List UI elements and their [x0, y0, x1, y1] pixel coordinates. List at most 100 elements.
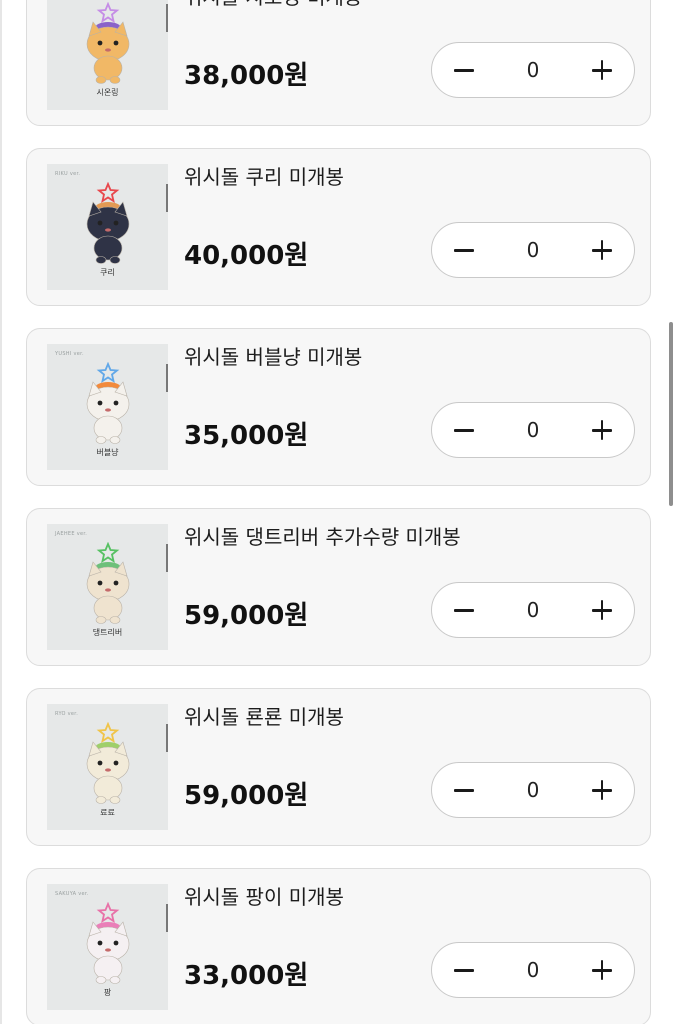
- quantity-stepper: 0: [431, 762, 635, 818]
- doll-star: [96, 182, 120, 203]
- product-card[interactable]: SION ver. 시온링 위시돌 시오닝 미개봉 38,000원 0: [26, 0, 651, 126]
- doll-name-label: 버블냥: [96, 448, 119, 457]
- doll-name-label: 팡: [103, 988, 112, 997]
- version-label: JAEHEE ver.: [55, 531, 88, 537]
- doll-name-label: 료료: [100, 808, 115, 817]
- product-title[interactable]: 위시돌 룐룐 미개봉: [184, 701, 344, 730]
- quantity-stepper: 0: [431, 942, 635, 998]
- doll-star: [96, 722, 120, 743]
- doll-eye-right: [113, 580, 119, 586]
- doll-foot-left: [95, 796, 107, 804]
- product-image[interactable]: JAEHEE ver. 댕트리버: [47, 524, 168, 650]
- doll-star: [96, 542, 120, 563]
- doll-mouth: [105, 228, 111, 232]
- doll-foot-right: [109, 436, 121, 444]
- plush-doll-illustration: [86, 2, 130, 84]
- image-edge: [166, 544, 168, 572]
- doll-foot-right: [109, 76, 121, 84]
- doll-foot-left: [95, 76, 107, 84]
- product-image[interactable]: RYO ver. 료료: [47, 704, 168, 830]
- product-card[interactable]: YUSHI ver. 버블냥 위시돌 버블냥 미개봉 35,000원 0: [26, 328, 651, 486]
- increase-quantity-button[interactable]: [588, 236, 616, 264]
- doll-eye-left: [97, 40, 103, 46]
- quantity-stepper: 0: [431, 582, 635, 638]
- version-label: YUSHI ver.: [55, 351, 84, 357]
- increase-quantity-button[interactable]: [588, 776, 616, 804]
- plush-doll-illustration: [86, 542, 130, 624]
- doll-star: [96, 362, 120, 383]
- doll-body: [93, 595, 123, 621]
- doll-mouth: [105, 588, 111, 592]
- quantity-stepper: 0: [431, 402, 635, 458]
- doll-foot-right: [109, 256, 121, 264]
- image-edge: [166, 184, 168, 212]
- plush-doll-illustration: [86, 182, 130, 264]
- image-edge: [166, 4, 168, 32]
- product-price: 38,000원: [184, 61, 309, 91]
- product-card[interactable]: RIKU ver. 쿠리 위시돌 쿠리 미개봉 40,000원 0: [26, 148, 651, 306]
- product-title[interactable]: 위시돌 시오닝 미개봉: [184, 0, 362, 10]
- doll-star: [96, 2, 120, 23]
- product-card[interactable]: SAKUYA ver. 팡 위시돌 팡이 미개봉 33,000원 0: [26, 868, 651, 1024]
- version-label: SAKUYA ver.: [55, 891, 89, 897]
- increase-quantity-button[interactable]: [588, 416, 616, 444]
- doll-foot-left: [95, 436, 107, 444]
- doll-foot-left: [95, 976, 107, 984]
- product-image[interactable]: YUSHI ver. 버블냥: [47, 344, 168, 470]
- page-left-border: [0, 0, 2, 1024]
- doll-eye-right: [113, 940, 119, 946]
- doll-star: [96, 902, 120, 923]
- doll-body: [93, 775, 123, 801]
- doll-mouth: [105, 408, 111, 412]
- doll-eye-left: [97, 220, 103, 226]
- doll-eye-left: [97, 940, 103, 946]
- quantity-stepper: 0: [431, 222, 635, 278]
- doll-mouth: [105, 48, 111, 52]
- product-card[interactable]: RYO ver. 료료 위시돌 룐룐 미개봉 59,000원 0: [26, 688, 651, 846]
- doll-body: [93, 235, 123, 261]
- quantity-stepper: 0: [431, 42, 635, 98]
- doll-body: [93, 415, 123, 441]
- product-image[interactable]: SION ver. 시온링: [47, 0, 168, 110]
- doll-body: [93, 55, 123, 81]
- product-price: 33,000원: [184, 961, 309, 991]
- doll-foot-right: [109, 976, 121, 984]
- doll-name-label: 시온링: [96, 88, 119, 97]
- product-price: 35,000원: [184, 421, 309, 451]
- product-card[interactable]: JAEHEE ver. 댕트리버 위시돌 댕트리버 추가수량 미개봉 59,00…: [26, 508, 651, 666]
- doll-mouth: [105, 948, 111, 952]
- product-price: 59,000원: [184, 601, 309, 631]
- doll-eye-left: [97, 760, 103, 766]
- version-label: RYO ver.: [55, 711, 79, 717]
- image-edge: [166, 904, 168, 932]
- product-list: SION ver. 시온링 위시돌 시오닝 미개봉 38,000원 0: [26, 0, 653, 1024]
- product-title[interactable]: 위시돌 쿠리 미개봉: [184, 161, 344, 190]
- doll-name-label: 쿠리: [100, 268, 115, 277]
- doll-eye-right: [113, 760, 119, 766]
- product-title[interactable]: 위시돌 버블냥 미개봉: [184, 341, 362, 370]
- increase-quantity-button[interactable]: [588, 956, 616, 984]
- doll-foot-right: [109, 796, 121, 804]
- plush-doll-illustration: [86, 902, 130, 984]
- product-image[interactable]: SAKUYA ver. 팡: [47, 884, 168, 1010]
- doll-eye-left: [97, 400, 103, 406]
- product-price: 59,000원: [184, 781, 309, 811]
- doll-foot-right: [109, 616, 121, 624]
- plush-doll-illustration: [86, 362, 130, 444]
- doll-eye-right: [113, 40, 119, 46]
- product-title[interactable]: 위시돌 팡이 미개봉: [184, 881, 344, 910]
- increase-quantity-button[interactable]: [588, 56, 616, 84]
- doll-eye-right: [113, 400, 119, 406]
- scrollbar[interactable]: [669, 322, 673, 506]
- doll-foot-left: [95, 616, 107, 624]
- doll-eye-right: [113, 220, 119, 226]
- doll-eye-left: [97, 580, 103, 586]
- version-label: RIKU ver.: [55, 171, 81, 177]
- product-image[interactable]: RIKU ver. 쿠리: [47, 164, 168, 290]
- image-edge: [166, 724, 168, 752]
- image-edge: [166, 364, 168, 392]
- increase-quantity-button[interactable]: [588, 596, 616, 624]
- product-title[interactable]: 위시돌 댕트리버 추가수량 미개봉: [184, 521, 461, 550]
- doll-foot-left: [95, 256, 107, 264]
- product-price: 40,000원: [184, 241, 309, 271]
